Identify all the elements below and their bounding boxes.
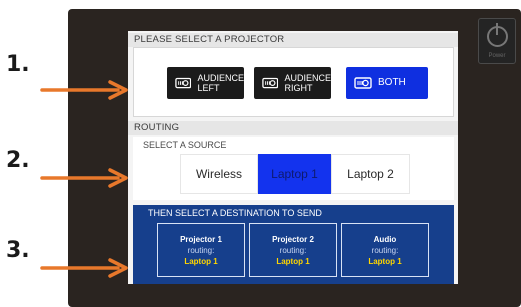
- destination-source: Laptop 1: [276, 257, 310, 266]
- audience-right-button[interactable]: AUDIENCE RIGHT: [254, 67, 331, 99]
- destination-routing-label: routing:: [279, 246, 307, 255]
- source-selection-panel: SELECT A SOURCE Wireless Laptop 1 Laptop…: [133, 137, 454, 200]
- projector-icon: [354, 76, 372, 89]
- projector-icon: [175, 77, 192, 88]
- destination-source: Laptop 1: [368, 257, 402, 266]
- power-button[interactable]: Power: [478, 18, 516, 64]
- routing-header: ROUTING: [128, 121, 458, 135]
- source-laptop1-button[interactable]: Laptop 1: [258, 154, 331, 194]
- source-laptop2-button[interactable]: Laptop 2: [331, 154, 410, 194]
- destination-projector1-button[interactable]: Projector 1 routing: Laptop 1: [157, 223, 245, 277]
- step-2-label: 2.: [6, 148, 30, 173]
- both-projectors-button[interactable]: BOTH: [346, 67, 428, 99]
- audience-left-line1: AUDIENCE: [197, 73, 244, 83]
- power-label: Power: [488, 53, 506, 59]
- step-1-label: 1.: [6, 52, 30, 77]
- destination-routing-label: routing:: [371, 246, 399, 255]
- step-3-label: 3.: [6, 238, 30, 263]
- touch-panel-screen: PLEASE SELECT A PROJECTOR AUDIENCE LEFT: [128, 31, 458, 284]
- projector-section-header: PLEASE SELECT A PROJECTOR: [128, 33, 458, 47]
- destination-panel: THEN SELECT A DESTINATION TO SEND Projec…: [133, 205, 454, 284]
- select-source-title: SELECT A SOURCE: [143, 140, 227, 150]
- projector-selection-panel: AUDIENCE LEFT AUDIENCE RIGHT BOTH: [133, 47, 454, 117]
- destination-name: Projector 1: [180, 235, 222, 244]
- destination-routing-label: routing:: [187, 246, 215, 255]
- audience-right-line2: RIGHT: [284, 83, 313, 93]
- arrow-right-icon: [40, 168, 128, 188]
- destination-name: Projector 2: [272, 235, 314, 244]
- destination-title: THEN SELECT A DESTINATION TO SEND: [148, 208, 322, 218]
- destination-audio-button[interactable]: Audio routing: Laptop 1: [341, 223, 429, 277]
- destination-source: Laptop 1: [184, 257, 218, 266]
- audience-right-line1: AUDIENCE: [284, 73, 331, 83]
- projector-icon: [262, 77, 279, 88]
- arrow-right-icon: [40, 80, 128, 100]
- destination-projector2-button[interactable]: Projector 2 routing: Laptop 1: [249, 223, 337, 277]
- arrow-right-icon: [40, 258, 128, 278]
- source-wireless-button[interactable]: Wireless: [180, 154, 258, 194]
- audience-left-button[interactable]: AUDIENCE LEFT: [167, 67, 244, 99]
- destination-name: Audio: [373, 235, 397, 244]
- both-label: BOTH: [378, 77, 406, 88]
- audience-left-line2: LEFT: [197, 83, 220, 93]
